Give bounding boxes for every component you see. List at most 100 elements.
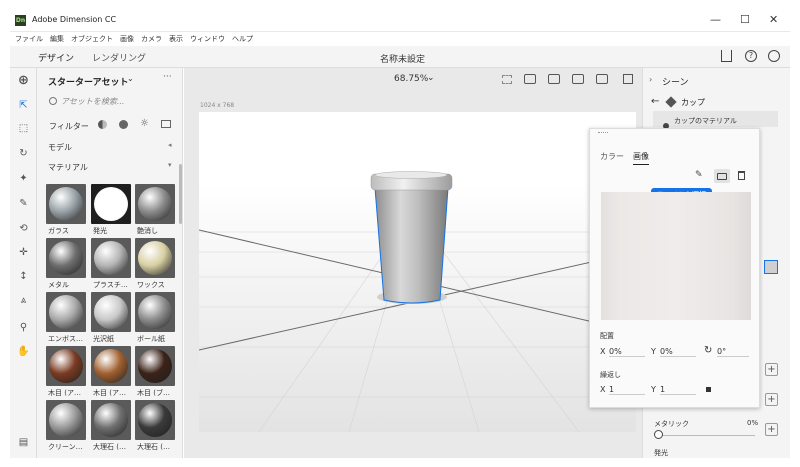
repeat-x-field[interactable]: 1 bbox=[609, 385, 645, 395]
folder-icon[interactable] bbox=[714, 169, 730, 183]
layers-icon[interactable]: ▤ bbox=[16, 435, 31, 450]
filter-image-icon[interactable] bbox=[161, 120, 171, 128]
material-thumbnail-label: 大理石 (… bbox=[93, 443, 126, 451]
camera-dolly-icon[interactable] bbox=[596, 74, 608, 84]
camera-icon[interactable] bbox=[524, 74, 536, 84]
dolly-camera-icon[interactable]: ↕ bbox=[16, 269, 31, 284]
menu-window[interactable]: ウィンドウ bbox=[190, 34, 225, 44]
add-icon[interactable]: ⊕ bbox=[16, 73, 31, 88]
filter-model-icon[interactable] bbox=[98, 120, 107, 129]
rotation-field[interactable]: 0° bbox=[717, 347, 749, 357]
fit-icon[interactable] bbox=[502, 75, 512, 84]
offset-y-label: Y bbox=[651, 347, 656, 356]
material-thumbnail[interactable] bbox=[46, 238, 86, 278]
metallic-slider-thumb[interactable] bbox=[654, 430, 663, 439]
menu-view[interactable]: 表示 bbox=[169, 34, 183, 44]
assets-title[interactable]: スターターアセット bbox=[48, 75, 128, 88]
more-icon[interactable]: ··· bbox=[163, 72, 172, 82]
material-thumbnail[interactable] bbox=[46, 292, 86, 332]
trash-icon[interactable] bbox=[738, 171, 745, 180]
tab-image[interactable]: 画像 bbox=[633, 151, 649, 165]
add-button[interactable]: + bbox=[765, 393, 778, 406]
chevron-down-icon[interactable]: ▾ bbox=[168, 161, 172, 169]
menu-file[interactable]: ファイル bbox=[15, 34, 43, 44]
texture-preview bbox=[601, 192, 751, 320]
material-thumbnail[interactable] bbox=[91, 238, 131, 278]
material-thumbnail[interactable] bbox=[91, 346, 131, 386]
material-thumbnail-label: 発光 bbox=[93, 227, 107, 235]
lock-icon[interactable] bbox=[706, 387, 711, 392]
material-preview-sphere bbox=[138, 349, 172, 383]
orbit-tool-icon[interactable]: ↻ bbox=[16, 146, 31, 161]
tab-color[interactable]: カラー bbox=[600, 151, 624, 162]
zoom-level[interactable]: 68.75% bbox=[394, 74, 428, 84]
minimize-button[interactable]: — bbox=[710, 13, 721, 26]
camera-orbit-icon[interactable] bbox=[548, 74, 560, 84]
eyedropper-icon[interactable]: ✎ bbox=[16, 196, 31, 211]
repeat-label: 繰返し bbox=[600, 371, 621, 379]
scrollbar[interactable] bbox=[179, 164, 182, 224]
3d-viewport[interactable] bbox=[199, 112, 636, 432]
menu-object[interactable]: オブジェクト bbox=[71, 34, 113, 44]
material-thumbnail[interactable] bbox=[135, 346, 175, 386]
horizon-tool-icon[interactable]: ⩓ bbox=[16, 293, 31, 308]
add-button[interactable]: + bbox=[765, 423, 778, 436]
material-preview-sphere bbox=[94, 241, 128, 275]
share-icon[interactable] bbox=[721, 50, 732, 62]
account-icon[interactable] bbox=[768, 50, 780, 62]
zoom-icon[interactable]: ⚲ bbox=[16, 320, 31, 335]
material-preview-sphere bbox=[138, 241, 172, 275]
menu-edit[interactable]: 編集 bbox=[50, 34, 64, 44]
material-thumbnail[interactable] bbox=[46, 400, 86, 440]
hand-tool-icon[interactable]: ✋ bbox=[16, 344, 31, 359]
material-thumbnail[interactable] bbox=[91, 184, 131, 224]
camera-pan-icon[interactable] bbox=[572, 74, 584, 84]
chevron-right-icon[interactable]: ◂ bbox=[168, 141, 172, 149]
help-icon[interactable]: ? bbox=[745, 50, 757, 62]
emissive-label: 発光 bbox=[654, 449, 668, 457]
material-thumbnail[interactable] bbox=[135, 238, 175, 278]
filter-material-icon[interactable] bbox=[119, 120, 128, 129]
texture-popup: カラー 画像 ✎ ファイルを選択 配置 X 0% Y 0% ↻ 0° 繰返し X… bbox=[589, 128, 760, 408]
metallic-slider[interactable] bbox=[659, 435, 755, 436]
collapse-icon[interactable]: › bbox=[649, 75, 652, 84]
pan-camera-icon[interactable]: ✛ bbox=[16, 245, 31, 260]
chevron-down-icon[interactable]: ⌄ bbox=[427, 73, 435, 83]
material-thumbnail[interactable] bbox=[46, 346, 86, 386]
marquee-tool-icon[interactable]: ⬚ bbox=[16, 121, 31, 136]
chevron-down-icon[interactable]: ⌄ bbox=[127, 74, 134, 83]
tab-render[interactable]: レンダリング bbox=[92, 51, 146, 64]
material-thumbnail[interactable] bbox=[91, 400, 131, 440]
material-thumbnail-label: メタル bbox=[48, 281, 69, 289]
back-arrow-icon[interactable]: ← bbox=[651, 96, 659, 107]
material-thumbnail-label: 木目 (ブ… bbox=[137, 389, 170, 397]
edit-icon[interactable]: ✎ bbox=[695, 170, 703, 180]
material-thumbnail[interactable] bbox=[135, 400, 175, 440]
material-thumbnail[interactable] bbox=[91, 292, 131, 332]
magic-wand-icon[interactable]: ✦ bbox=[16, 171, 31, 186]
orbit-camera-icon[interactable]: ⟲ bbox=[16, 221, 31, 236]
color-swatch[interactable] bbox=[764, 260, 778, 274]
menu-image[interactable]: 画像 bbox=[120, 34, 134, 44]
material-thumbnail[interactable] bbox=[135, 292, 175, 332]
repeat-y-field[interactable]: 1 bbox=[660, 385, 696, 395]
menu-camera[interactable]: カメラ bbox=[141, 34, 162, 44]
select-tool-icon[interactable]: ⇱ bbox=[16, 98, 31, 113]
offset-x-field[interactable]: 0% bbox=[609, 347, 645, 357]
material-thumbnail-label: ガラス bbox=[48, 227, 69, 235]
menu-help[interactable]: ヘルプ bbox=[232, 34, 253, 44]
app-logo: Dn bbox=[15, 15, 26, 26]
offset-y-field[interactable]: 0% bbox=[660, 347, 696, 357]
close-button[interactable]: ✕ bbox=[769, 13, 778, 26]
drag-handle[interactable] bbox=[598, 132, 608, 134]
filter-light-icon[interactable]: ☼ bbox=[140, 118, 149, 129]
material-thumbnail[interactable] bbox=[46, 184, 86, 224]
histogram-icon[interactable] bbox=[623, 74, 633, 84]
models-section[interactable]: モデル bbox=[48, 142, 72, 153]
cup-body[interactable] bbox=[374, 187, 449, 304]
search-input[interactable]: アセットを検索... bbox=[61, 96, 171, 107]
materials-section[interactable]: マテリアル bbox=[48, 162, 88, 173]
material-thumbnail[interactable] bbox=[135, 184, 175, 224]
add-button[interactable]: + bbox=[765, 363, 778, 376]
maximize-button[interactable]: ☐ bbox=[740, 13, 750, 26]
